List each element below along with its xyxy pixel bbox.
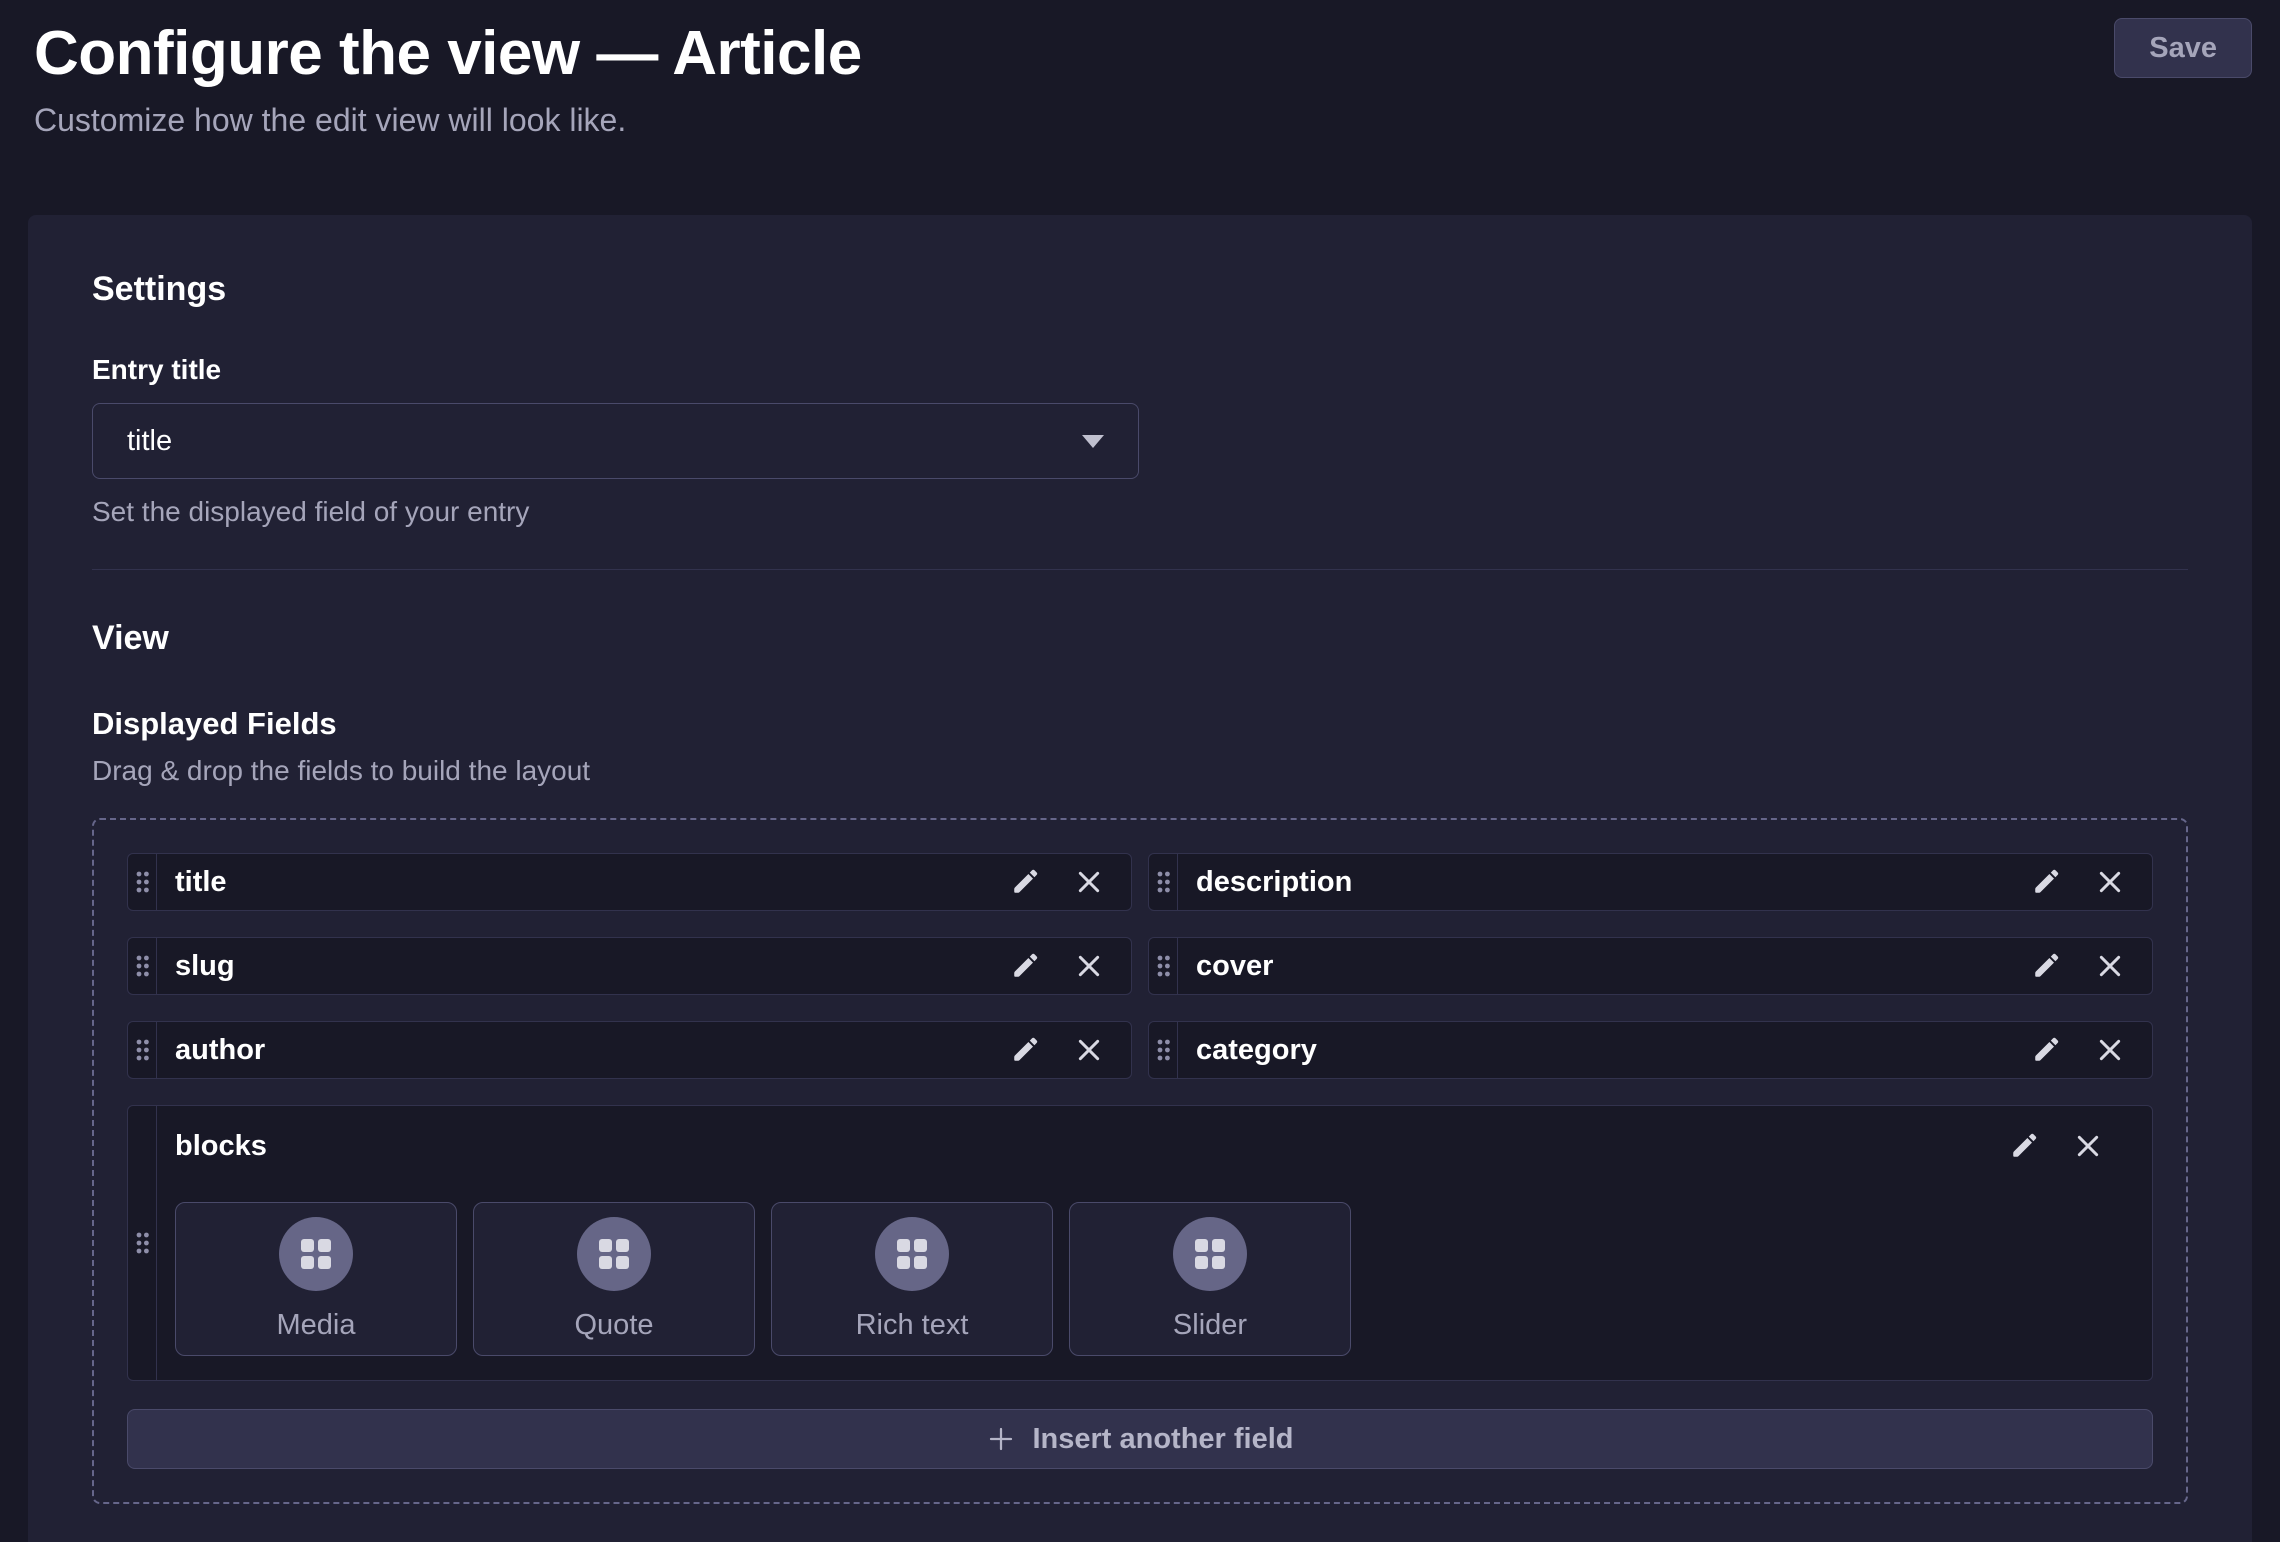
settings-section-title: Settings (92, 269, 2188, 309)
page-header: Configure the view — Article Customize h… (0, 0, 2280, 140)
component-icon-circle (279, 1217, 353, 1291)
edit-field-button[interactable] (2026, 1030, 2066, 1070)
drag-handle[interactable] (128, 938, 157, 994)
pencil-icon (2030, 866, 2062, 898)
field-row[interactable]: author (127, 1021, 1132, 1079)
field-row[interactable]: description (1148, 853, 2153, 911)
field-label: author (175, 1034, 1005, 1067)
close-icon (1073, 950, 1105, 982)
drag-handle-icon (135, 1038, 150, 1062)
component-grid-icon (300, 1238, 332, 1270)
remove-field-button[interactable] (1069, 1030, 1109, 1070)
caret-down-icon (1082, 435, 1104, 448)
remove-field-button[interactable] (2090, 946, 2130, 986)
remove-field-button[interactable] (2090, 1030, 2130, 1070)
component-card[interactable]: Rich text (771, 1202, 1053, 1356)
drag-handle[interactable] (128, 1022, 157, 1078)
page-subtitle: Customize how the edit view will look li… (34, 100, 2252, 140)
edit-field-button[interactable] (1005, 862, 1045, 902)
insert-another-field-button[interactable]: Insert another field (127, 1409, 2153, 1469)
pencil-icon (1009, 1034, 1041, 1066)
fields-grid: title description (127, 853, 2153, 1079)
field-label: title (175, 866, 1005, 899)
remove-field-button[interactable] (1069, 862, 1109, 902)
displayed-fields-title: Displayed Fields (92, 706, 2188, 742)
edit-field-button[interactable] (2004, 1126, 2044, 1166)
configure-view-card: Settings Entry title title Set the displ… (28, 215, 2252, 1542)
field-row[interactable]: slug (127, 937, 1132, 995)
entry-title-select[interactable]: title (92, 403, 1139, 479)
pencil-icon (1009, 950, 1041, 982)
drag-handle-icon (1156, 954, 1171, 978)
close-icon (1073, 1034, 1105, 1066)
component-label: Media (277, 1309, 356, 1342)
entry-title-label: Entry title (92, 353, 2188, 387)
section-divider (92, 569, 2188, 570)
plus-icon (986, 1424, 1016, 1454)
field-label: cover (1196, 950, 2026, 983)
insert-another-field-label: Insert another field (1032, 1423, 1293, 1456)
component-label: Rich text (856, 1309, 969, 1342)
blocks-content: blocks (157, 1106, 2152, 1380)
field-label: category (1196, 1034, 2026, 1067)
close-icon (2072, 1130, 2104, 1162)
component-card[interactable]: Media (175, 1202, 457, 1356)
close-icon (2094, 1034, 2126, 1066)
component-icon-circle (577, 1217, 651, 1291)
remove-field-button[interactable] (2068, 1126, 2108, 1166)
pencil-icon (1009, 866, 1041, 898)
component-label: Slider (1173, 1309, 1247, 1342)
save-button[interactable]: Save (2114, 18, 2252, 78)
drag-handle-icon (1156, 870, 1171, 894)
edit-field-button[interactable] (1005, 946, 1045, 986)
page-title: Configure the view — Article (34, 18, 2252, 90)
drag-handle[interactable] (1149, 1022, 1178, 1078)
close-icon (2094, 950, 2126, 982)
drag-handle-icon (135, 1231, 150, 1255)
component-card[interactable]: Quote (473, 1202, 755, 1356)
field-label: slug (175, 950, 1005, 983)
drag-handle[interactable] (128, 854, 157, 910)
component-grid-icon (1194, 1238, 1226, 1270)
edit-field-button[interactable] (1005, 1030, 1045, 1070)
drag-handle[interactable] (1149, 938, 1178, 994)
field-label: description (1196, 866, 2026, 899)
pencil-icon (2030, 1034, 2062, 1066)
remove-field-button[interactable] (2090, 862, 2130, 902)
component-grid-icon (598, 1238, 630, 1270)
pencil-icon (2008, 1130, 2040, 1162)
component-card[interactable]: Slider (1069, 1202, 1351, 1356)
drag-handle-icon (1156, 1038, 1171, 1062)
displayed-fields-hint: Drag & drop the fields to build the layo… (92, 754, 2188, 788)
drag-handle-icon (135, 870, 150, 894)
view-section-title: View (92, 618, 2188, 658)
component-icon-circle (875, 1217, 949, 1291)
close-icon (2094, 866, 2126, 898)
entry-title-hint: Set the displayed field of your entry (92, 495, 2188, 529)
field-row[interactable]: title (127, 853, 1132, 911)
drag-handle-icon (135, 954, 150, 978)
component-label: Quote (575, 1309, 654, 1342)
pencil-icon (2030, 950, 2062, 982)
field-row-blocks[interactable]: blocks (127, 1105, 2153, 1381)
component-cards: Media Quote (175, 1202, 2130, 1356)
fields-drop-zone: title description (92, 818, 2188, 1504)
remove-field-button[interactable] (1069, 946, 1109, 986)
field-row[interactable]: category (1148, 1021, 2153, 1079)
component-icon-circle (1173, 1217, 1247, 1291)
field-row[interactable]: cover (1148, 937, 2153, 995)
close-icon (1073, 866, 1105, 898)
entry-title-group: Entry title title Set the displayed fiel… (92, 353, 2188, 529)
drag-handle[interactable] (1149, 854, 1178, 910)
drag-handle[interactable] (128, 1106, 157, 1380)
edit-field-button[interactable] (2026, 946, 2066, 986)
field-label: blocks (175, 1130, 267, 1163)
component-grid-icon (896, 1238, 928, 1270)
entry-title-select-value: title (127, 425, 172, 458)
edit-field-button[interactable] (2026, 862, 2066, 902)
